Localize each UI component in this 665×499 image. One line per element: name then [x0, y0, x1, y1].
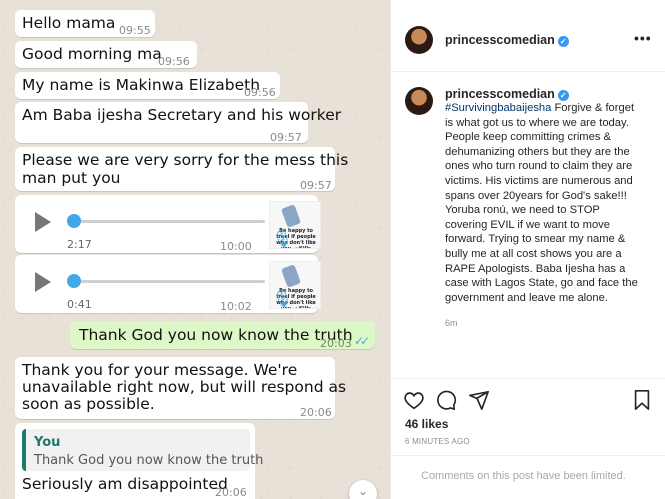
message-time: 09:57	[300, 179, 332, 192]
caption-line: Yoruba ronú, we need to STOP	[445, 204, 600, 217]
voice-note[interactable]: 2:17 10:00 Be happy to freel if people w…	[15, 195, 321, 253]
likes-count[interactable]: 46 likes	[405, 417, 448, 431]
post-caption: #Survivingbabaijesha Forgive & forget is…	[445, 101, 650, 305]
message-bubble: Am Baba ijesha Secretary and his worker …	[15, 102, 341, 144]
message-text-line2: man put you	[22, 169, 121, 187]
avatar-figure	[281, 264, 301, 288]
avatar-figure	[281, 204, 301, 228]
post-panel: princesscomedian ✓ ••• princesscomedian ✓ …	[390, 0, 665, 499]
caption-line: forward. Trying to smear my name &	[445, 233, 626, 246]
message-text-line3: soon as possible.	[22, 395, 155, 413]
message-time: 09:57	[270, 131, 302, 144]
quoted-text: Thank God you now know the truth	[34, 453, 264, 468]
caption-line: People keep committing crimes &	[445, 131, 612, 144]
voice-duration: 0:41	[67, 298, 92, 311]
message-time: 20:06	[300, 406, 332, 419]
caption-line: victims. His victims are numerous and	[445, 174, 633, 187]
mic-icon: 🎙	[272, 289, 293, 308]
message-text: Good morning ma	[22, 45, 162, 63]
play-icon[interactable]	[35, 272, 51, 292]
avatar[interactable]	[405, 87, 433, 115]
caption-username[interactable]: princesscomedian ✓	[445, 87, 569, 101]
action-bar-divider	[391, 378, 665, 379]
quoted-message[interactable]: You Thank God you now know the truth	[22, 429, 263, 471]
post-timestamp: 6 MINUTES AGO	[405, 437, 470, 446]
message-time: 09:56	[244, 86, 276, 99]
chevron-down-icon[interactable]: ⌄	[349, 480, 377, 499]
caption-line: bully me at all cost shows you are a	[445, 247, 622, 260]
bookmark-icon[interactable]	[631, 389, 653, 411]
caption-line: covering EVIL if we want to move	[445, 218, 610, 231]
play-icon[interactable]	[35, 212, 51, 232]
message-text: Am Baba ijesha Secretary and his worker	[22, 106, 342, 124]
post-header: princesscomedian ✓ •••	[391, 0, 665, 72]
caption-line: RAPE Apologists. Baba Ijesha has a	[445, 262, 626, 275]
caption-username-text[interactable]: princesscomedian	[445, 87, 555, 101]
message-text: Thank God you now know the truth	[79, 326, 353, 344]
quoted-author: You	[34, 435, 61, 450]
auto-reply-message: Thank you for your message. We're unavai…	[15, 357, 346, 419]
check-icon: ✓	[557, 90, 569, 101]
message-time: 20:06	[215, 486, 247, 499]
post-username[interactable]: princesscomedian ✓	[445, 33, 569, 47]
voice-duration: 2:17	[67, 238, 92, 251]
message-time: 09:55	[119, 24, 151, 37]
outgoing-message: Thank God you now know the truth 20:03 ✓…	[70, 321, 375, 350]
message-bubble: My name is Makinwa Elizabeth 09:56	[15, 72, 280, 99]
caption-line: #Survivingbabaijesha Forgive & forget	[445, 102, 635, 114]
caption-line: government and leave me alone.	[445, 291, 608, 304]
message-time: 09:56	[158, 55, 190, 68]
read-receipt-icon: ✓✓	[354, 334, 370, 348]
message-bubble: Good morning ma 09:56	[15, 41, 197, 68]
comments-limited-notice: Comments on this post have been limited.	[421, 470, 626, 482]
caption-line: spans over 20years for God's sake!!!	[445, 189, 627, 202]
hashtag-link[interactable]: #Survivingbabaijesha	[445, 102, 551, 114]
mic-icon: 🎙	[272, 229, 293, 248]
caption-line: dehumanizing others but they are the	[445, 145, 630, 158]
voice-note[interactable]: 0:41 10:02 Be happy to freel if people w…	[15, 255, 321, 313]
voice-progress-knob[interactable]	[67, 214, 81, 228]
voice-progress-knob[interactable]	[67, 274, 81, 288]
message-time: 20:03	[320, 337, 352, 350]
message-text: Hello mama	[22, 14, 116, 32]
message-text: Seriously am disappointed	[22, 475, 228, 493]
heart-icon[interactable]	[403, 389, 425, 411]
caption-line: is what got us to where we are today.	[445, 116, 629, 129]
chat-screenshot: Hello mama 09:55 Good morning ma 09:56 M…	[0, 0, 390, 499]
username-text[interactable]: princesscomedian	[445, 33, 555, 47]
quoted-reply-message: You Thank God you now know the truth Ser…	[15, 423, 263, 499]
message-bubble: Hello mama 09:55	[15, 10, 155, 37]
avatar[interactable]	[405, 26, 433, 54]
caption-age: 6m	[445, 318, 458, 328]
message-bubble: Please we are very sorry for the mess th…	[15, 147, 348, 192]
message-text-line1: Please we are very sorry for the mess th…	[22, 151, 349, 169]
caption-line: ones who turn round to claim they are	[445, 160, 633, 173]
message-time: 10:00	[220, 240, 252, 253]
message-text: My name is Makinwa Elizabeth	[22, 76, 261, 94]
comment-icon[interactable]	[435, 389, 457, 411]
message-time: 10:02	[220, 300, 252, 313]
more-options-icon[interactable]: •••	[634, 30, 652, 46]
voice-progress-track[interactable]	[71, 220, 265, 223]
check-icon: ✓	[557, 36, 569, 47]
share-icon[interactable]	[468, 389, 490, 411]
caption-line: case with Lagos State, go and face the	[445, 277, 638, 290]
voice-progress-track[interactable]	[71, 280, 265, 283]
